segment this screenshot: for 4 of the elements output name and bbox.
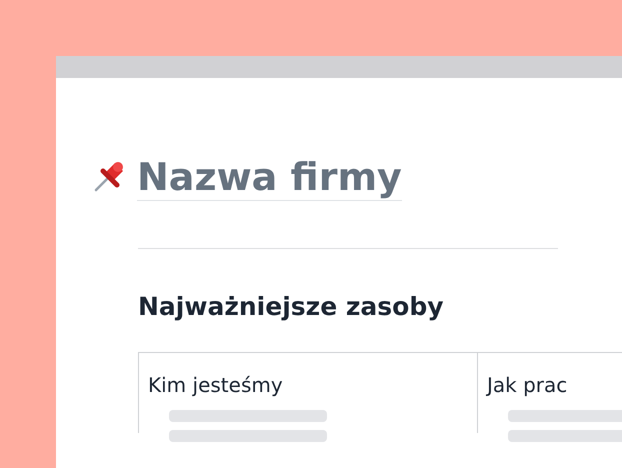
- section-heading: Najważniejsze zasoby: [138, 292, 445, 323]
- card-title: Jak prac: [487, 372, 568, 398]
- page-title: Nazwa firmy: [137, 154, 402, 200]
- card-title: Kim jesteśmy: [148, 372, 284, 398]
